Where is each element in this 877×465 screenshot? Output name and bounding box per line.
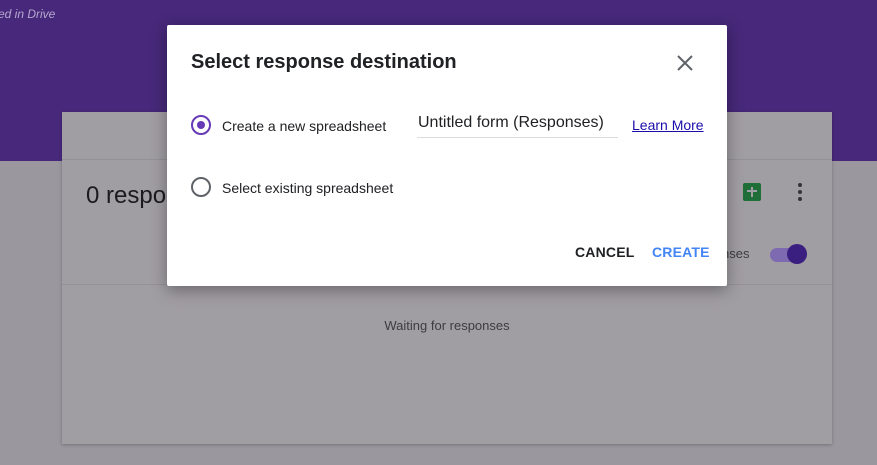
radio-new-spreadsheet-label[interactable]: Create a new spreadsheet	[222, 118, 386, 134]
saved-status: ed in Drive	[0, 7, 56, 21]
radio-new-spreadsheet[interactable]	[191, 115, 211, 135]
more-vert-icon[interactable]	[790, 182, 810, 202]
accepting-toggle-thumb[interactable]	[787, 244, 807, 264]
create-button[interactable]: CREATE	[652, 244, 710, 260]
sheets-icon[interactable]	[743, 183, 761, 201]
spreadsheet-name-input[interactable]: Untitled form (Responses)	[417, 114, 618, 138]
dialog-title: Select response destination	[191, 51, 457, 73]
response-destination-dialog: Select response destination Create a new…	[167, 25, 727, 286]
waiting-message: Waiting for responses	[384, 318, 510, 333]
learn-more-link[interactable]: Learn More	[632, 117, 704, 133]
close-button[interactable]	[673, 51, 697, 75]
close-icon	[677, 55, 693, 71]
radio-existing-spreadsheet-label[interactable]: Select existing spreadsheet	[222, 180, 393, 196]
cancel-button[interactable]: CANCEL	[575, 244, 635, 260]
responses-count-title: 0 respo	[86, 182, 167, 209]
radio-existing-spreadsheet[interactable]	[191, 177, 211, 197]
